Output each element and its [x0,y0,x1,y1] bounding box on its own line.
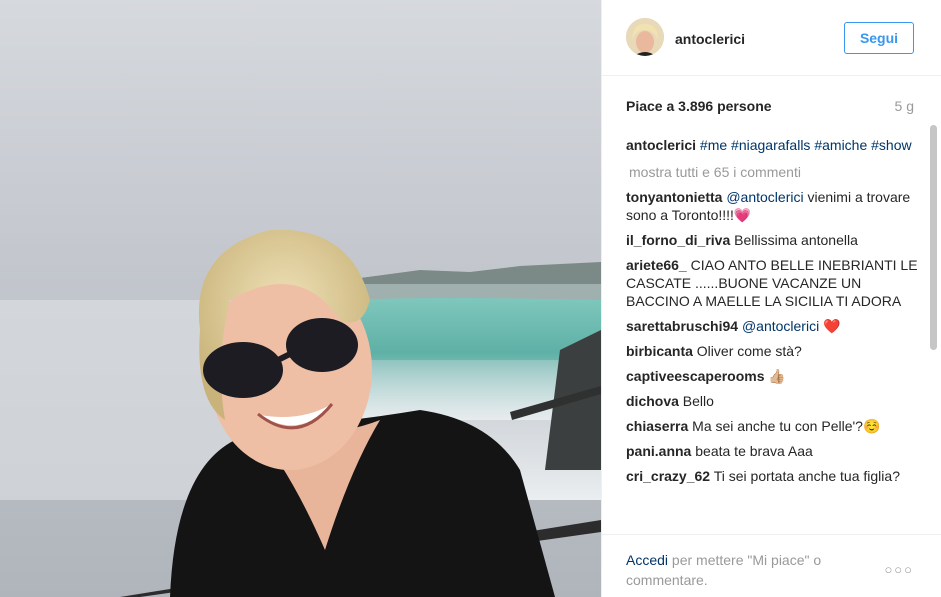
comment-username[interactable]: sarettabruschi94 [626,318,738,334]
comment-username[interactable]: chiaserra [626,418,688,434]
list-item: captiveescaperooms 👍🏼 [626,367,918,385]
list-item: tonyantonietta @antoclerici vienimi a tr… [626,188,918,224]
comments-list: antoclerici #me #niagarafalls #amiche #s… [626,136,918,532]
list-item: sarettabruschi94 @antoclerici ❤️ [626,317,918,335]
likes-row: Piace a 3.896 persone 5 g [626,98,914,118]
post-header: antoclerici Segui [602,0,941,76]
avatar[interactable] [626,18,664,56]
list-item: ariete66_ CIAO ANTO BELLE INEBRIANTI LE … [626,256,918,310]
comment-text: Bellissima antonella [734,232,858,248]
more-dots-icon[interactable]: ○○○ [884,562,914,577]
list-item: dichova Bello [626,392,918,410]
post-photo[interactable] [0,0,601,597]
username[interactable]: antoclerici [675,31,745,47]
login-prompt: Accedi per mettere "Mi piace" o commenta… [626,550,856,590]
comment-username[interactable]: pani.anna [626,443,691,459]
list-item: il_forno_di_riva Bellissima antonella [626,231,918,249]
post-details-panel: antoclerici Segui Piace a 3.896 persone … [601,0,941,597]
comment-text: ❤️ [819,318,841,334]
post-time[interactable]: 5 g [895,98,914,114]
caption-username[interactable]: antoclerici [626,137,696,153]
list-item: pani.anna beata te brava Aaa [626,442,918,460]
comment-username[interactable]: captiveescaperooms [626,368,765,384]
likes-count[interactable]: Piace a 3.896 persone [626,98,772,114]
comment-username[interactable]: il_forno_di_riva [626,232,730,248]
hashtag[interactable]: #amiche [814,137,867,153]
comment-text: beata te brava Aaa [695,443,813,459]
follow-button[interactable]: Segui [844,22,914,54]
comments-scrollbar[interactable] [930,125,937,350]
comment-text: Bello [682,393,714,409]
list-item: chiaserra Ma sei anche tu con Pelle'?☺️ [626,417,918,435]
login-link[interactable]: Accedi [626,552,668,568]
photo-illustration [0,229,601,597]
comment-username[interactable]: birbicanta [626,343,693,359]
list-item: birbicanta Oliver come stà? [626,342,918,360]
post-footer: Accedi per mettere "Mi piace" o commenta… [602,534,941,597]
comment-text: 👍🏼 [768,368,786,384]
hashtag[interactable]: #me [700,137,727,153]
avatar-image-icon [626,18,664,56]
show-all-comments-link[interactable]: mostra tutti e 65 i commenti [629,163,918,181]
comment-username[interactable]: dichova [626,393,679,409]
comment-mention[interactable]: @antoclerici [742,318,819,334]
hashtag[interactable]: #show [871,137,911,153]
comment-username[interactable]: ariete66_ [626,257,687,273]
comment-text: Oliver come stà? [696,343,802,359]
hashtag[interactable]: #niagarafalls [731,137,810,153]
comment-text: Ma sei anche tu con Pelle'?☺️ [692,418,881,434]
list-item: cri_crazy_62 Ti sei portata anche tua fi… [626,467,918,485]
post-caption: antoclerici #me #niagarafalls #amiche #s… [626,136,918,154]
comment-username[interactable]: cri_crazy_62 [626,468,710,484]
comment-mention[interactable]: @antoclerici [726,189,803,205]
comment-username[interactable]: tonyantonietta [626,189,722,205]
comment-text: Ti sei portata anche tua figlia? [713,468,900,484]
